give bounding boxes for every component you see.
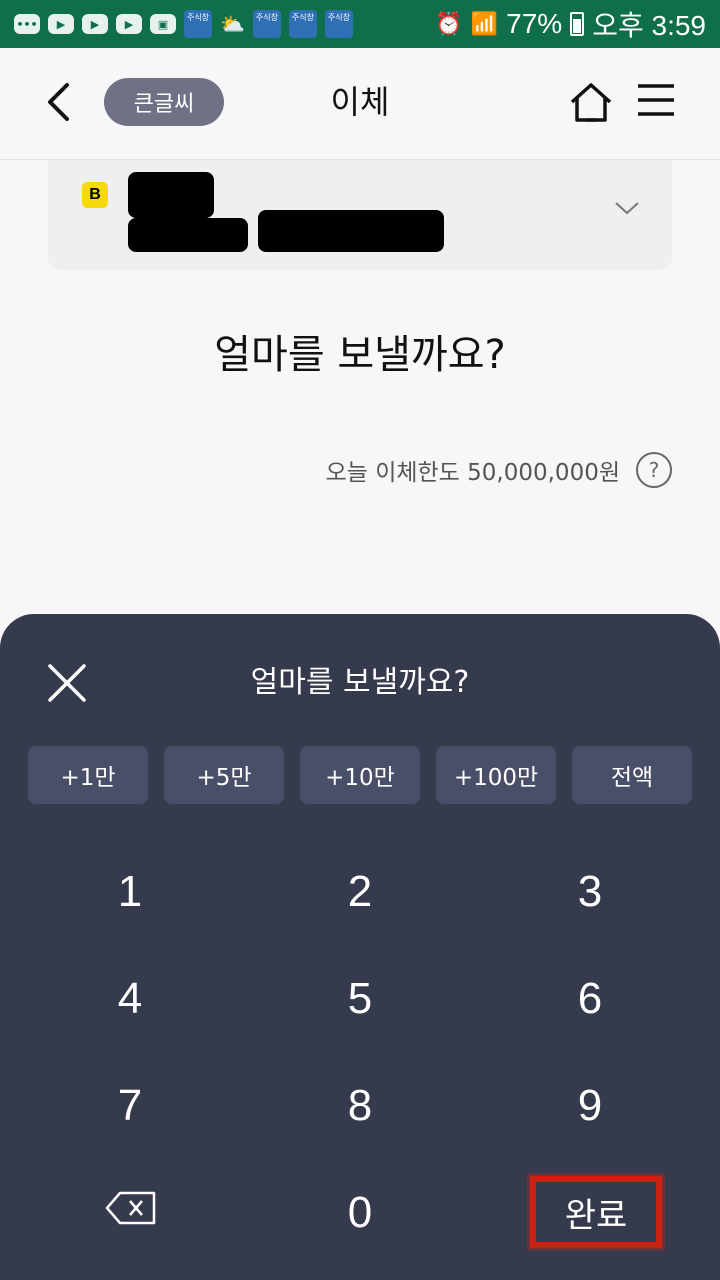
- redacted-account-number: [128, 218, 248, 252]
- clock: 오후 3:59: [592, 10, 706, 41]
- stock-app-icon: 주식창: [288, 10, 317, 38]
- chevron-down-icon: [615, 202, 639, 215]
- key-7[interactable]: 7: [60, 1061, 200, 1151]
- message-icon: •••: [14, 14, 40, 34]
- quick-amount-button[interactable]: +100만: [436, 746, 556, 804]
- weather-icon: ⛅: [220, 12, 245, 36]
- stock-app-icon: 주식창: [184, 10, 212, 38]
- menu-icon[interactable]: [636, 80, 676, 120]
- key-4[interactable]: 4: [60, 954, 200, 1044]
- key-3[interactable]: 3: [520, 847, 660, 937]
- bank-logo: B: [82, 182, 108, 208]
- key-5[interactable]: 5: [290, 954, 430, 1044]
- amount-question: 얼마를 보낼까요?: [214, 332, 506, 378]
- key-9[interactable]: 9: [520, 1061, 660, 1151]
- key-2[interactable]: 2: [290, 847, 430, 937]
- key-6[interactable]: 6: [520, 954, 660, 1044]
- account-selector[interactable]: B: [48, 160, 672, 270]
- notification-icons: ••• ▶ ▶ ▶ ▣ 주식창 ⛅ 주식창 주식창 주식창: [14, 10, 353, 38]
- key-1[interactable]: 1: [60, 847, 200, 937]
- redacted-account-number: [258, 210, 444, 252]
- battery-percent: 77%: [506, 8, 563, 39]
- gallery-icon: ▣: [150, 14, 176, 34]
- youtube-icon: ▶: [116, 14, 142, 34]
- system-status: ⏰ 📶 77% 오후 3:59: [435, 4, 706, 44]
- youtube-icon: ▶: [48, 14, 74, 34]
- redacted-account-name: [128, 172, 214, 218]
- stock-app-icon: 주식창: [252, 10, 281, 38]
- youtube-icon: ▶: [82, 14, 108, 34]
- quick-amount-button[interactable]: +10만: [300, 746, 420, 804]
- amount-keypad-sheet: 얼마를 보낼까요? +1만 +5만 +10만 +100만 전액 1 2 3 4 …: [0, 614, 720, 1280]
- quick-amount-button[interactable]: +1만: [28, 746, 148, 804]
- status-bar: ••• ▶ ▶ ▶ ▣ 주식창 ⛅ 주식창 주식창 주식창 ⏰ 📶 77% 오후…: [0, 0, 720, 48]
- full-amount-button[interactable]: 전액: [572, 746, 692, 804]
- done-button[interactable]: 완료: [530, 1176, 662, 1248]
- stock-app-icon: 주식창: [324, 10, 353, 38]
- battery-icon: [570, 12, 585, 36]
- alarm-icon: ⏰: [435, 11, 463, 36]
- home-icon[interactable]: [568, 80, 614, 126]
- quick-amount-row: +1만 +5만 +10만 +100만 전액: [28, 746, 692, 804]
- quick-amount-button[interactable]: +5만: [164, 746, 284, 804]
- transfer-limit-text: 오늘 이체한도 50,000,000원: [325, 460, 620, 486]
- key-8[interactable]: 8: [290, 1061, 430, 1151]
- keypad-title: 얼마를 보낼까요?: [250, 665, 470, 700]
- backspace-icon[interactable]: [104, 1190, 158, 1226]
- transfer-limit: 오늘 이체한도 50,000,000원 ?: [326, 452, 672, 488]
- help-icon[interactable]: ?: [636, 452, 672, 488]
- wifi-icon: 📶: [470, 11, 499, 36]
- key-0[interactable]: 0: [290, 1168, 430, 1258]
- app-header: 큰글씨 이체: [0, 48, 720, 160]
